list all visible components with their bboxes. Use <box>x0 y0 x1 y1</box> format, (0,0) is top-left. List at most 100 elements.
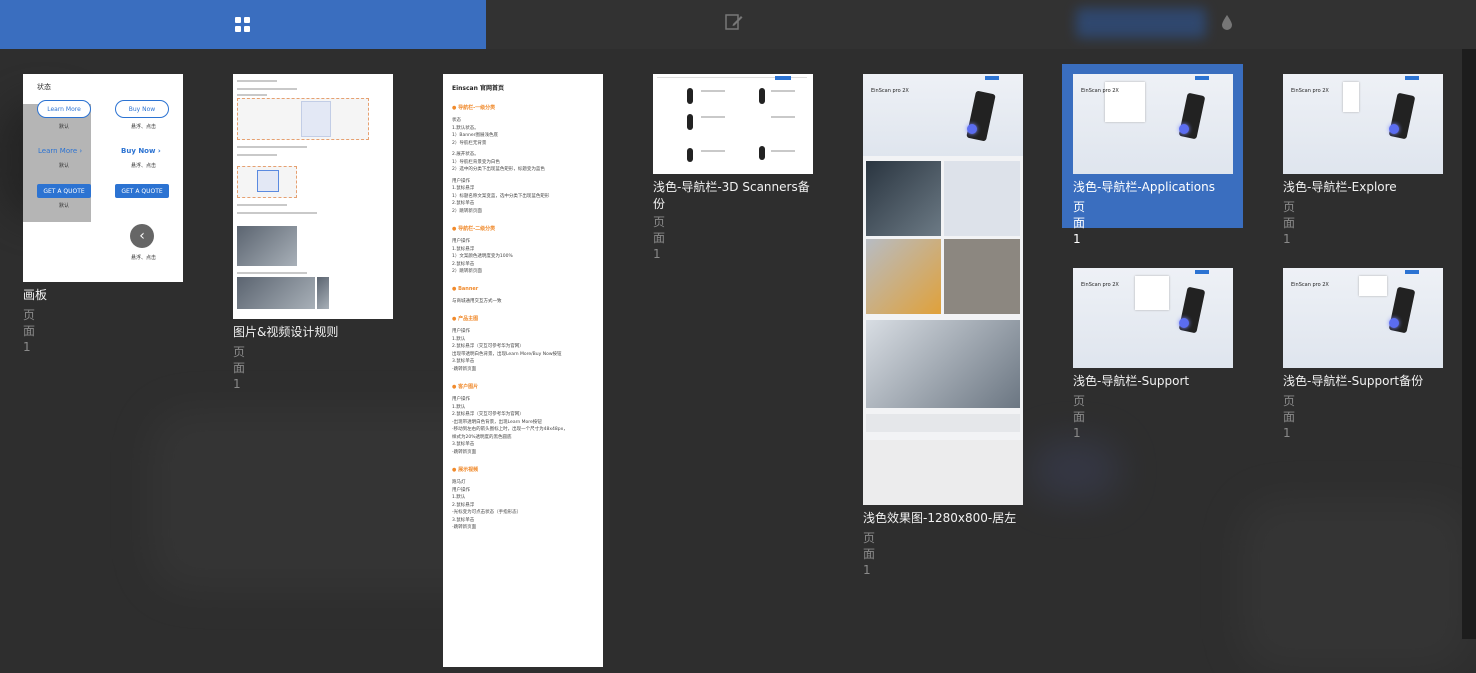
doc-line: -跳转新页面 <box>452 525 477 530</box>
doc-line: -跳转新页面 <box>452 366 477 372</box>
artboard-thumbnail[interactable]: EinScan pro 2X <box>1073 268 1233 368</box>
scanner-image <box>687 148 693 162</box>
text-line <box>701 150 725 152</box>
doc-line: 2）选中的分类下出现蓝色矩形，标题变为蓝色 <box>452 167 545 172</box>
nav-button <box>1195 76 1209 80</box>
arrow-left-icon: ‹ <box>130 224 154 248</box>
hero-banner <box>863 74 1023 156</box>
artboard-thumbnail[interactable]: 状态 Learn More Buy Now 默认 悬浮、点击 Learn Mor… <box>23 74 183 282</box>
artboard-page: 页面 1 <box>1283 394 1296 440</box>
doc-section-title: ● 导航栏-一级分类 <box>452 105 496 111</box>
hero-title: EinScan pro 2X <box>1081 282 1119 288</box>
customer-photo <box>866 320 1020 408</box>
doc-line: 2）跳转新页面 <box>452 208 482 214</box>
artboard-title[interactable]: 浅色-导航栏-Explore <box>1283 179 1397 196</box>
artboard-page: 页面 1 <box>23 308 36 354</box>
artboard-thumbnail[interactable]: EinScan pro 2X <box>1073 74 1233 174</box>
doc-line: -出现带透明白色背景，出现Learn More按钮 <box>452 419 542 425</box>
text-line <box>701 116 725 118</box>
doc-line: 用户操作 <box>452 487 470 493</box>
doc-line: 1.默认状态。 <box>452 125 479 131</box>
artboard-thumbnail[interactable]: EinScan pro 2X <box>1283 268 1443 368</box>
doc-line: 2.鼠标单击 <box>452 201 475 206</box>
hero-title: EinScan pro 2X <box>1081 88 1119 94</box>
doc-line: 跑马灯 <box>452 480 466 485</box>
layout-diagram <box>301 101 331 137</box>
artboard-page: 页面 1 <box>1283 200 1296 246</box>
doc-line: 2.鼠标单击 <box>452 261 475 267</box>
thumb-label: 默认 <box>59 163 70 169</box>
blurred-button <box>1076 8 1206 38</box>
doc-line: 2）跳转新页面 <box>452 269 482 274</box>
artboard-page: 页面 1 <box>653 215 666 261</box>
artboard-title[interactable]: 浅色-导航栏-Support <box>1073 373 1189 390</box>
layout-diagram <box>257 170 279 192</box>
doc-line: 1.默认 <box>452 495 466 500</box>
doc-line: 用户操作 <box>452 397 470 402</box>
doc-line: 3.鼠标单击 <box>452 442 475 447</box>
background-blur <box>1030 440 1120 500</box>
artboard-thumbnail[interactable] <box>653 74 813 174</box>
artboard-title[interactable]: 浅色-导航栏-3D Scanners备份 <box>653 179 813 213</box>
thumb-label: 悬浮、点击 <box>131 163 157 169</box>
doc-line: 状态 <box>452 118 461 123</box>
nav-button <box>1405 270 1419 274</box>
thumb-buy-now-link: Buy Now › <box>121 147 161 155</box>
artboard-title[interactable]: 浅色效果图-1280x800-居左 <box>863 510 1016 527</box>
hero-title: EinScan pro 2X <box>871 88 909 94</box>
artboard-thumbnail[interactable] <box>233 74 393 319</box>
scrollbar-track[interactable] <box>1462 49 1476 639</box>
nav-button <box>775 76 791 80</box>
artboard-title[interactable]: 画板 <box>23 287 47 304</box>
nav-dropdown <box>1135 276 1169 310</box>
doc-section: ● Banner 与商城通用交互方式一致 <box>452 286 597 306</box>
artboard-thumbnail[interactable]: EinScan pro 2X <box>1283 74 1443 174</box>
doc-line: 1.鼠标悬浮 <box>452 246 475 252</box>
tab-artboards[interactable] <box>0 0 486 49</box>
nav-button <box>985 76 999 80</box>
artboard-thumbnail[interactable]: Einscan 官网首页 ● 导航栏-一级分类 状态 1.默认状态。 1）Banner… <box>443 74 603 667</box>
hero-title: EinScan pro 2X <box>1291 88 1329 94</box>
scanner-lens <box>1179 124 1189 134</box>
artboard-title[interactable]: 浅色-导航栏-Applications <box>1073 179 1215 196</box>
scanner-image <box>687 88 693 104</box>
doc-line: 样式为20%透明度的黑色圆底 <box>452 434 512 440</box>
text-line <box>237 80 277 82</box>
doc-line: 3.鼠标单击 <box>452 359 475 364</box>
text-line <box>237 154 277 156</box>
doc-line: 出现带透明白色背景，出现Learn More/Buy Now按钮 <box>452 351 562 357</box>
scanner-image <box>687 114 693 130</box>
text-line <box>771 90 795 92</box>
doc-line: 3.鼠标单击 <box>452 517 475 523</box>
product-photo <box>866 239 941 314</box>
product-photo <box>944 161 1020 236</box>
text-line <box>237 146 307 148</box>
doc-sections: ● 导航栏-一级分类 状态 1.默认状态。 1）Banner图展浅色底 2）导航栏无背景… <box>452 104 597 542</box>
doc-line: -跳转新页面 <box>452 449 477 455</box>
thumb-get-quote: GET A QUOTE <box>115 184 169 198</box>
drop-icon[interactable] <box>1221 14 1233 30</box>
artboard-title[interactable]: 图片&视频设计规则 <box>233 324 338 341</box>
doc-line: 2.鼠标悬浮（交互可参考华为官网） <box>452 344 524 349</box>
doc-section: ● 产品主图 用户操作 1.默认 2.鼠标悬浮（交互可参考华为官网） 出现带透明白色背景… <box>452 315 597 373</box>
doc-line: 1）文案颜色透明度变为100% <box>452 254 513 259</box>
text-line <box>237 88 297 90</box>
text-line <box>237 212 317 214</box>
doc-line: 1）导航栏背景变为白色 <box>452 159 500 165</box>
edit-icon[interactable] <box>724 12 744 32</box>
artboard-thumbnail[interactable]: EinScan pro 2X EinScan pro 2X <box>863 74 1023 505</box>
nav-button <box>1195 270 1209 274</box>
thumb-get-quote: GET A QUOTE <box>37 184 91 198</box>
doc-section: ● 导航栏-一级分类 状态 1.默认状态。 1）Banner图展浅色底 2）导航栏无背景… <box>452 104 597 215</box>
scanner-lens <box>967 124 977 134</box>
artboard-title[interactable]: 浅色-导航栏-Support备份 <box>1283 373 1423 390</box>
thumb-label: 悬浮、点击 <box>131 124 157 130</box>
sample-photo <box>237 277 315 309</box>
doc-section-title: ● 产品主图 <box>452 316 479 322</box>
grid-icon <box>235 16 251 33</box>
artboard-page: 页面 1 <box>863 531 876 577</box>
text-line <box>701 90 725 92</box>
background-blur <box>1240 500 1470 670</box>
toolbar-right <box>486 0 1476 49</box>
doc-section-title: ● Banner <box>452 285 479 292</box>
